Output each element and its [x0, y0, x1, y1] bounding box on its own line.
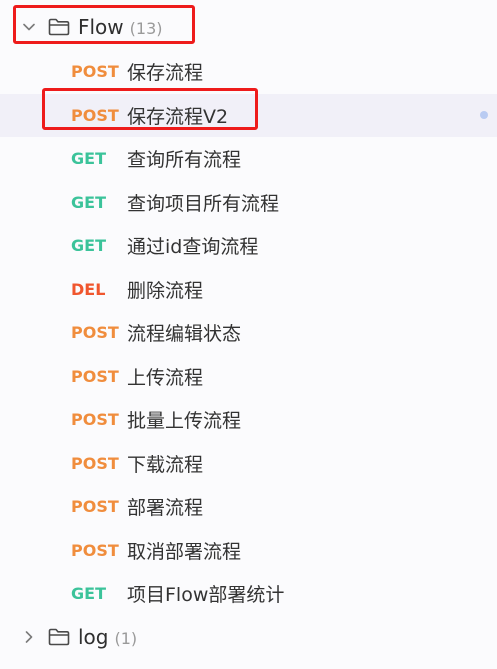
folder-open-icon — [47, 17, 71, 37]
http-method-label: POST — [71, 366, 119, 386]
http-method-label: POST — [71, 410, 119, 429]
api-item[interactable]: POST 取消部署流程 — [0, 529, 497, 572]
folder-label: Flow (13) — [78, 15, 163, 39]
chevron-right-icon[interactable] — [22, 630, 36, 644]
api-name: 上传流程 — [127, 366, 204, 389]
api-name: 项目Flow部署统计 — [127, 584, 285, 606]
http-method-label: GET — [71, 149, 106, 168]
http-method-label: POST — [71, 62, 119, 81]
api-name: 批量上传流程 — [127, 410, 242, 432]
folder-count: (1) — [114, 629, 138, 648]
api-name: 查询项目所有流程 — [127, 192, 280, 215]
api-item[interactable]: DEL 删除流程 — [0, 268, 497, 311]
http-method-label: POST — [71, 497, 119, 516]
api-item[interactable]: POST 上传流程 — [0, 355, 497, 398]
api-item[interactable]: POST 保存流程 — [0, 50, 497, 93]
folder-count: (13) — [129, 19, 163, 38]
http-method-label: GET — [71, 192, 106, 212]
folder-label: log (1) — [78, 625, 137, 649]
api-name: 下载流程 — [127, 453, 204, 476]
api-name: 取消部署流程 — [127, 540, 242, 563]
api-name: 保存流程 — [127, 62, 204, 84]
api-tree: Flow (13) POST 保存流程 POST 保存流程V2 GET 查询所有流程 GET… — [0, 0, 497, 669]
unsaved-indicator-dot — [480, 111, 488, 119]
http-method-label: GET — [71, 584, 106, 603]
chevron-down-icon[interactable] — [22, 20, 36, 34]
api-item[interactable]: POST 流程编辑状态 — [0, 311, 497, 354]
http-method-label: POST — [71, 453, 119, 473]
api-item[interactable]: POST 下载流程 — [0, 442, 497, 485]
api-name: 通过id查询流程 — [127, 236, 259, 258]
folder-name: log — [78, 625, 109, 649]
folder-log[interactable]: log (1) — [0, 615, 497, 659]
http-method-label: POST — [71, 105, 119, 125]
api-name: 删除流程 — [127, 279, 204, 302]
http-method-label: POST — [71, 540, 119, 560]
http-method-label: GET — [71, 236, 106, 255]
api-item[interactable]: GET 查询所有流程 — [0, 137, 497, 180]
api-item[interactable]: POST 保存流程V2 — [0, 93, 497, 137]
api-name: 保存流程V2 — [127, 105, 229, 128]
api-item[interactable]: GET 项目Flow部署统计 — [0, 572, 497, 615]
api-item[interactable]: POST 批量上传流程 — [0, 398, 497, 441]
api-name: 部署流程 — [127, 497, 204, 519]
api-item[interactable]: POST 部署流程 — [0, 485, 497, 528]
api-item[interactable]: GET 查询项目所有流程 — [0, 181, 497, 224]
folder-flow[interactable]: Flow (13) — [0, 5, 497, 49]
http-method-label: POST — [71, 323, 119, 342]
api-item[interactable]: GET 通过id查询流程 — [0, 224, 497, 267]
api-name: 流程编辑状态 — [127, 323, 242, 345]
api-name: 查询所有流程 — [127, 149, 242, 171]
folder-name: Flow — [78, 15, 124, 39]
http-method-label: DEL — [71, 279, 106, 299]
folder-icon — [47, 627, 71, 647]
